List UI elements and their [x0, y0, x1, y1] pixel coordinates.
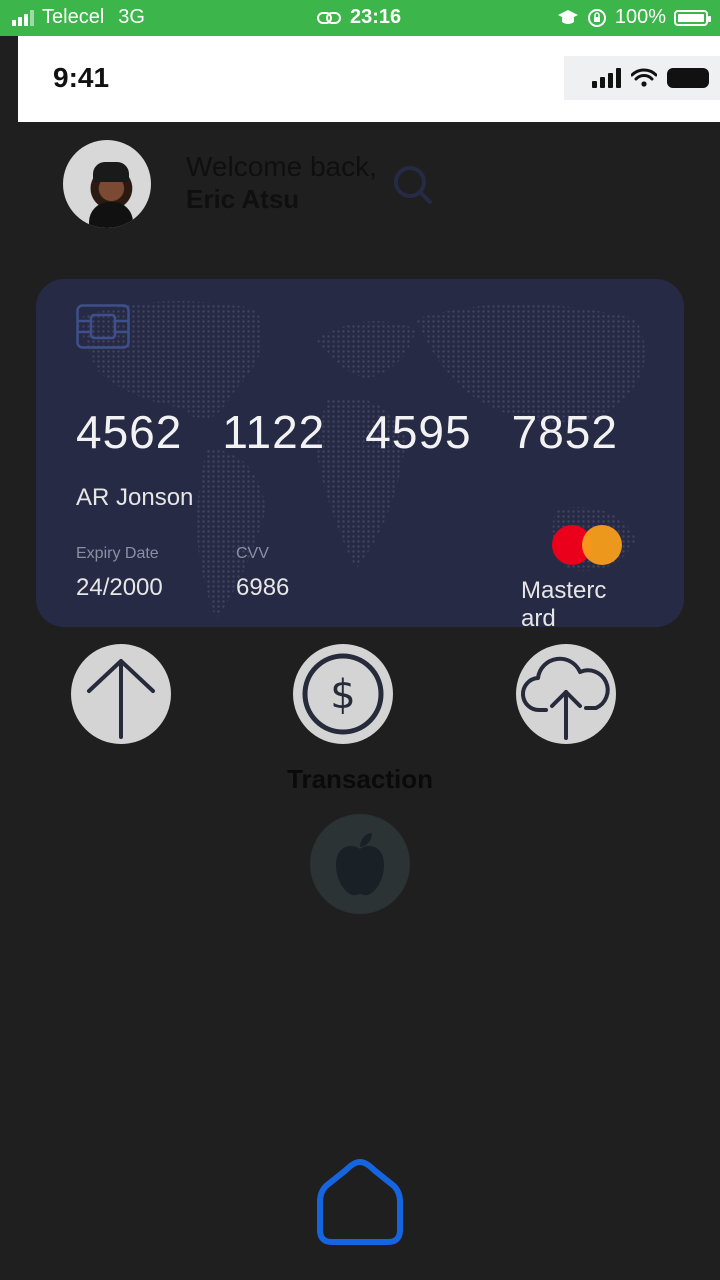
arrow-up-icon — [87, 659, 155, 739]
expiry-label: Expiry Date — [76, 545, 159, 562]
wifi-icon — [631, 68, 657, 87]
cvv-label: CVV — [236, 545, 269, 562]
card-number: 4562 1122 4595 7852 — [76, 405, 618, 459]
ios-indicators — [564, 56, 720, 100]
clock-group: 23:16 — [316, 6, 401, 29]
card-number-group-1: 4562 — [76, 406, 183, 458]
card-number-group-2: 1122 — [222, 406, 326, 458]
home-icon[interactable] — [314, 1156, 406, 1248]
cvv-value: 6986 — [236, 574, 290, 601]
upload-button[interactable] — [516, 644, 616, 744]
cell-signal-icon — [12, 9, 34, 26]
dollar-coin-icon: $ — [302, 653, 384, 735]
ios-time: 9:41 — [53, 62, 110, 93]
carrier-name: Telecel — [42, 6, 105, 28]
system-status-bar: Telecel 3G 23:16 100% — [0, 0, 720, 36]
battery-percent: 100% — [614, 6, 666, 28]
ios-signal-icon — [592, 68, 621, 88]
graduation-cap-icon — [557, 9, 578, 24]
mastercard-logo — [552, 525, 622, 565]
system-indicators: 100% — [557, 6, 711, 29]
network-type: 3G — [118, 6, 145, 28]
rotation-lock-icon — [587, 8, 606, 27]
card-brand: Masterc ard — [521, 577, 607, 627]
payment-button[interactable]: $ — [293, 644, 393, 744]
avatar-shirt — [89, 202, 133, 228]
apple-icon — [336, 833, 384, 896]
link-icon — [317, 11, 341, 24]
carrier-group: Telecel 3G — [12, 6, 145, 29]
battery-icon — [674, 9, 711, 26]
expiry-value: 24/2000 — [76, 574, 163, 601]
apple-pay-button[interactable] — [310, 814, 410, 914]
search-icon[interactable] — [388, 160, 436, 208]
transaction-label: Transaction — [287, 764, 433, 794]
card-number-group-3: 4595 — [365, 406, 472, 458]
avatar-hair — [93, 162, 129, 182]
ios-battery-icon — [667, 68, 709, 88]
welcome-text: Welcome back, — [186, 151, 377, 182]
card-chip-icon — [76, 304, 130, 349]
credit-card[interactable]: 4562 1122 4595 7852 AR Jonson Expiry Dat… — [36, 279, 684, 627]
card-holder-name: AR Jonson — [76, 484, 194, 511]
svg-text:$: $ — [330, 672, 355, 718]
avatar[interactable] — [63, 140, 151, 228]
cloud-upload-icon — [521, 656, 610, 740]
send-button[interactable] — [71, 644, 171, 744]
user-name: Eric Atsu — [186, 184, 300, 214]
system-time: 23:16 — [350, 6, 402, 28]
app-status-header: 9:41 — [18, 36, 720, 122]
card-number-group-4: 7852 — [511, 406, 618, 458]
